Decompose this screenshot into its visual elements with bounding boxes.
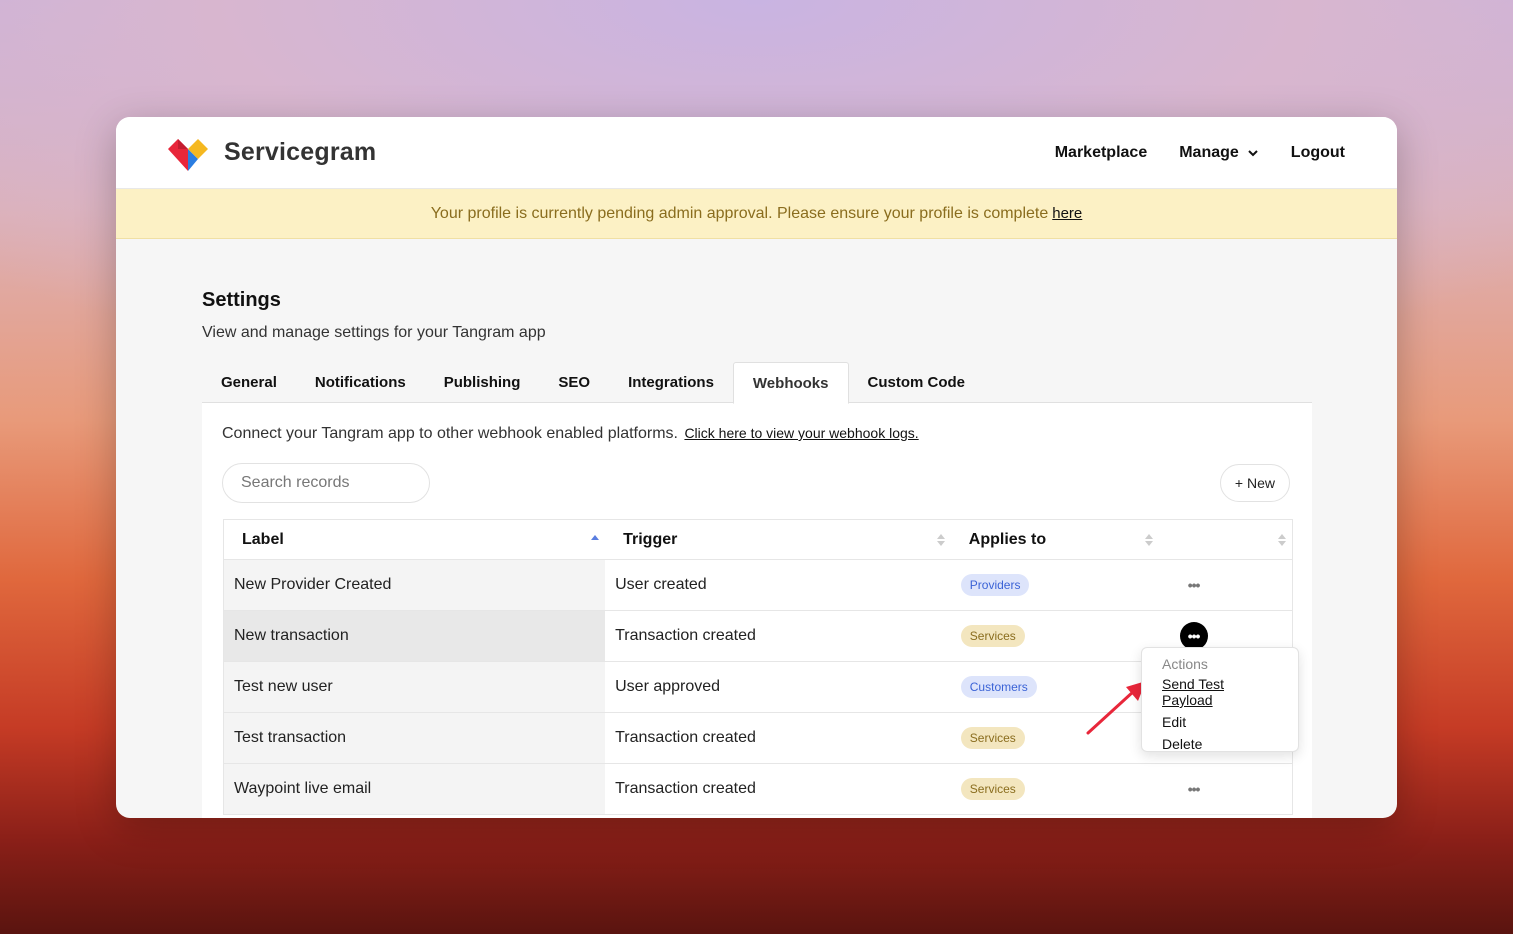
- row-label: Waypoint live email: [223, 763, 606, 815]
- more-icon[interactable]: •••: [1180, 775, 1208, 803]
- tab-custom-code[interactable]: Custom Code: [849, 362, 985, 402]
- app-window: Servicegram Marketplace Manage Logout Yo…: [116, 117, 1397, 818]
- row-trigger: User approved: [605, 661, 951, 713]
- delete-item[interactable]: Delete: [1162, 736, 1278, 752]
- actions-menu-header: Actions: [1162, 656, 1208, 672]
- navbar: Servicegram Marketplace Manage Logout: [116, 117, 1397, 189]
- row-applies-to: Providers: [950, 559, 1159, 611]
- col-label[interactable]: Label: [223, 519, 606, 560]
- webhooks-intro: Connect your Tangram app to other webhoo…: [222, 425, 1292, 443]
- webhooks-toolbar: + New: [222, 463, 1292, 503]
- webhook-logs-link[interactable]: Click here to view your webhook logs.: [684, 425, 918, 441]
- approval-banner: Your profile is currently pending admin …: [116, 189, 1397, 239]
- banner-text: Your profile is currently pending admin …: [430, 204, 1049, 222]
- nav-links: Marketplace Manage Logout: [1055, 144, 1345, 162]
- search-input[interactable]: [222, 463, 430, 503]
- applies-badge: Services: [960, 727, 1025, 749]
- applies-badge: Customers: [960, 676, 1037, 698]
- intro-text: Connect your Tangram app to other webhoo…: [222, 425, 678, 442]
- webhooks-table: Label Trigger Applies to New Provider Cr…: [223, 519, 1293, 815]
- webhooks-panel: Connect your Tangram app to other webhoo…: [202, 403, 1312, 818]
- tab-webhooks[interactable]: Webhooks: [732, 362, 849, 404]
- row-label: Test new user: [223, 661, 606, 713]
- brand-name: Servicegram: [224, 138, 377, 166]
- row-trigger: Transaction created: [605, 610, 951, 662]
- col-trigger-text: Trigger: [623, 530, 678, 548]
- tab-notifications[interactable]: Notifications: [296, 362, 425, 402]
- sort-icon: [1278, 534, 1286, 546]
- col-applies-to[interactable]: Applies to: [950, 519, 1159, 560]
- row-label: New transaction: [223, 610, 606, 662]
- tab-integrations[interactable]: Integrations: [609, 362, 733, 402]
- brand[interactable]: Servicegram: [164, 133, 376, 173]
- applies-badge: Providers: [960, 574, 1030, 596]
- send-test-payload-item[interactable]: Send Test Payload: [1162, 676, 1278, 708]
- nav-logout[interactable]: Logout: [1291, 144, 1345, 162]
- nav-marketplace[interactable]: Marketplace: [1055, 144, 1148, 162]
- row-actions: •••: [1158, 559, 1293, 611]
- table-row[interactable]: New Provider Created User created Provid…: [223, 559, 1293, 611]
- sort-asc-icon: [591, 535, 600, 540]
- row-applies-to: Services: [950, 763, 1159, 815]
- nav-manage[interactable]: Manage: [1179, 144, 1259, 162]
- page-title: Settings: [202, 289, 281, 311]
- servicegram-logo-icon: [168, 138, 208, 171]
- table-row[interactable]: Waypoint live email Transaction created …: [223, 763, 1293, 815]
- more-icon[interactable]: •••: [1179, 622, 1208, 650]
- row-trigger: User created: [605, 559, 951, 611]
- tab-seo[interactable]: SEO: [539, 362, 609, 402]
- chevron-down-icon: [1248, 149, 1258, 156]
- edit-item[interactable]: Edit: [1162, 714, 1278, 730]
- sort-icon: [936, 534, 945, 546]
- tab-general[interactable]: General: [202, 362, 296, 402]
- col-label-text: Label: [242, 530, 284, 548]
- applies-badge: Services: [960, 778, 1025, 800]
- nav-manage-label: Manage: [1179, 143, 1239, 161]
- table-header-row: Label Trigger Applies to: [223, 519, 1293, 560]
- row-label: Test transaction: [223, 712, 606, 764]
- applies-badge: Services: [960, 625, 1025, 647]
- table-row[interactable]: New transaction Transaction created Serv…: [223, 610, 1293, 662]
- settings-tabs: General Notifications Publishing SEO Int…: [202, 362, 1312, 404]
- more-icon[interactable]: •••: [1180, 571, 1208, 599]
- col-applies-to-text: Applies to: [968, 530, 1047, 548]
- tab-publishing[interactable]: Publishing: [425, 362, 540, 402]
- row-trigger: Transaction created: [605, 712, 951, 764]
- actions-menu: Actions Send Test Payload Edit Delete: [1141, 647, 1299, 752]
- col-actions[interactable]: [1158, 519, 1293, 560]
- row-trigger: Transaction created: [605, 763, 951, 815]
- sort-icon: [1144, 534, 1153, 546]
- row-actions: •••: [1158, 763, 1293, 815]
- row-label: New Provider Created: [223, 559, 606, 611]
- page-subtitle: View and manage settings for your Tangra…: [202, 324, 546, 341]
- col-trigger[interactable]: Trigger: [605, 519, 951, 560]
- new-webhook-button[interactable]: + New: [1219, 464, 1290, 502]
- banner-link[interactable]: here: [1052, 205, 1082, 222]
- row-applies-to: Services: [950, 610, 1159, 662]
